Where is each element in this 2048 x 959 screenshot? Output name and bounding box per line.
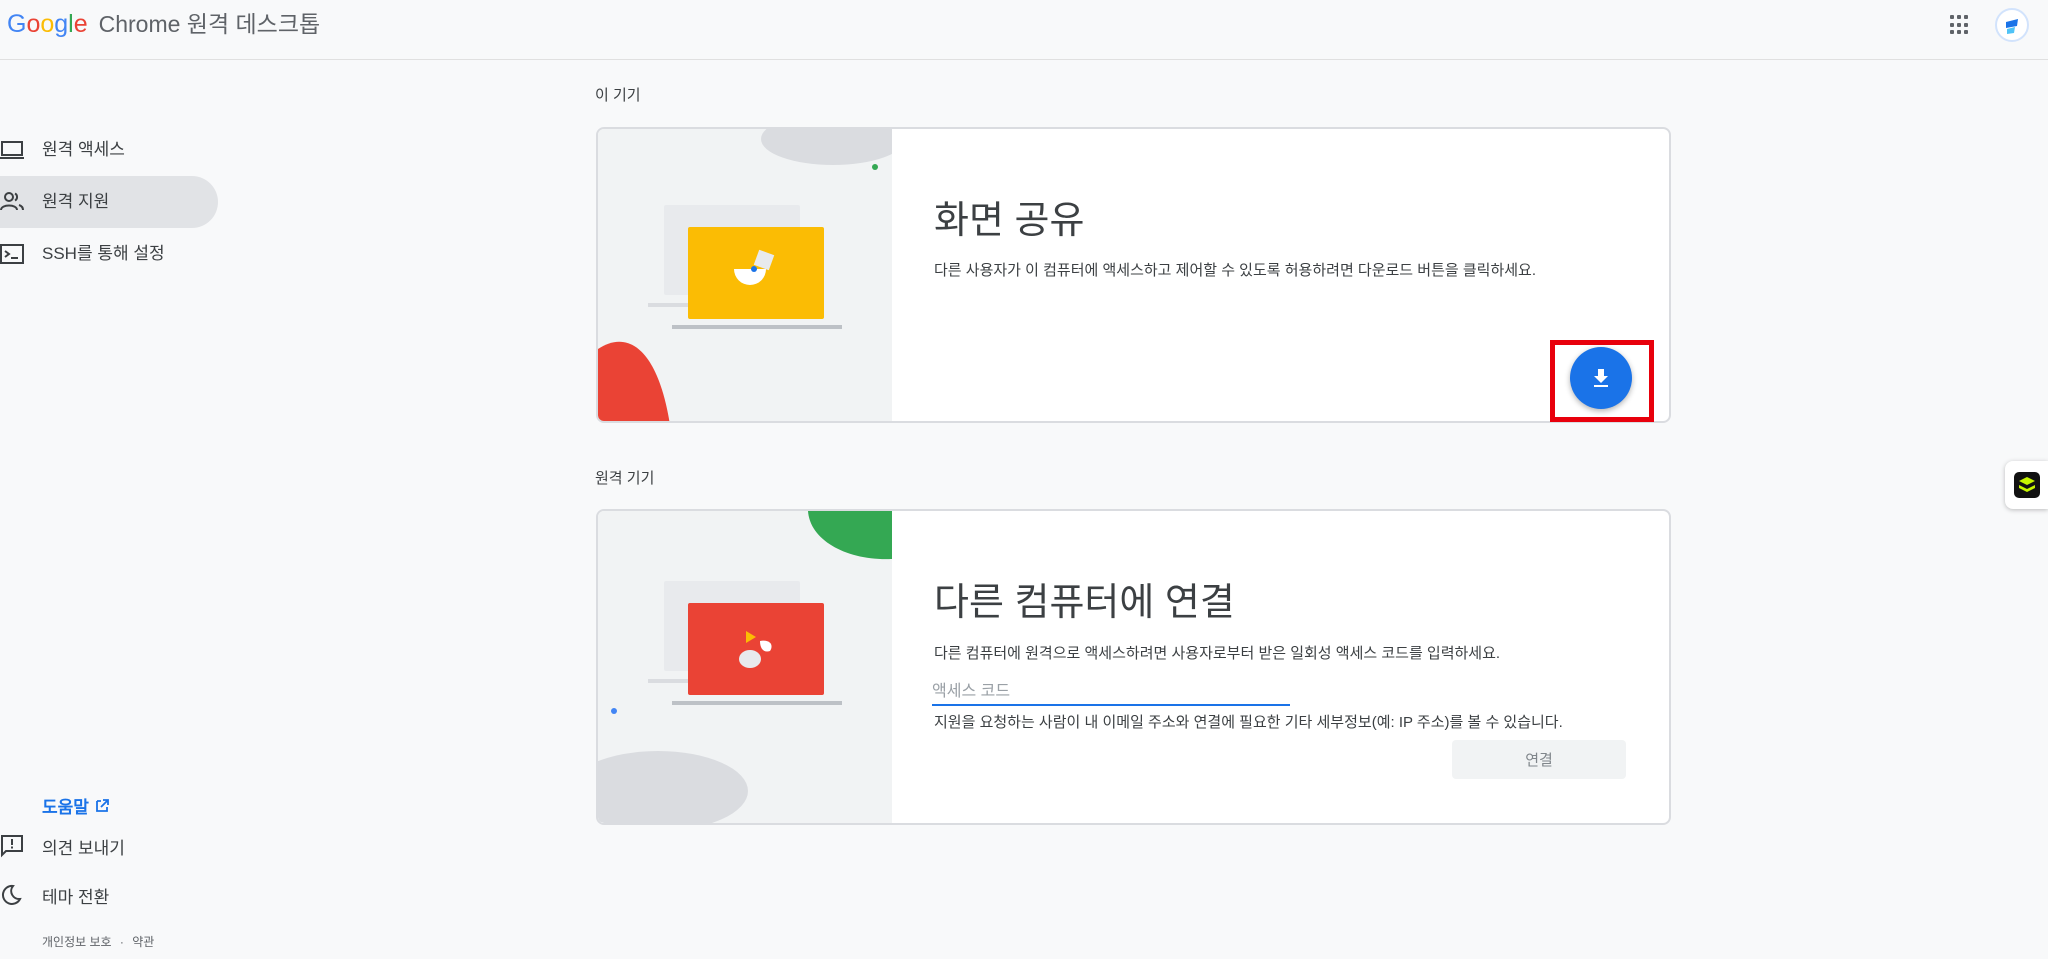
external-link-icon [96, 798, 109, 812]
extension-icon [2014, 472, 2040, 498]
connect-illustration [598, 511, 892, 823]
connect-privacy-note: 지원을 요청하는 사람이 내 이메일 주소와 연결에 필요한 기타 세부정보(예… [934, 714, 1563, 731]
apps-grid-icon[interactable] [1950, 15, 1970, 35]
download-icon [1594, 369, 1608, 387]
sidebar-item-label: 원격 지원 [42, 192, 110, 211]
connect-title: 다른 컴퓨터에 연결 [934, 582, 1235, 624]
connect-button[interactable]: 연결 [1452, 740, 1626, 779]
sidebar-item-remote-support[interactable]: 원격 지원 [0, 176, 218, 228]
google-logo: Google [7, 10, 88, 38]
feedback-label: 의견 보내기 [42, 838, 125, 858]
access-code-input[interactable] [932, 680, 1290, 706]
share-screen-description: 다른 사용자가 이 컴퓨터에 액세스하고 제어할 수 있도록 허용하려면 다운로… [934, 262, 1537, 279]
connect-description: 다른 컴퓨터에 원격으로 액세스하려면 사용자로부터 받은 일회성 액세스 코드… [934, 645, 1501, 662]
product-name: Chrome 원격 데스크톱 [98, 11, 321, 37]
side-extension-widget[interactable] [2005, 461, 2048, 509]
footer-links: 개인정보 보호 · 약관 [42, 933, 154, 950]
section-label-this-device: 이 기기 [595, 87, 641, 104]
laptop-icon [0, 141, 24, 159]
app-logo[interactable]: Google Chrome 원격 데스크톱 [7, 9, 320, 39]
footer-separator: · [119, 935, 124, 949]
help-label: 도움말 [42, 798, 89, 817]
app-header: Google Chrome 원격 데스크톱 [0, 0, 2048, 60]
terms-link[interactable]: 약관 [132, 935, 154, 949]
share-screen-title: 화면 공유 [934, 200, 1085, 242]
sidebar-item-remote-access[interactable]: 원격 액세스 [0, 124, 218, 176]
privacy-link[interactable]: 개인정보 보호 [42, 935, 112, 949]
account-avatar[interactable] [1995, 8, 2029, 42]
terminal-icon [0, 244, 24, 264]
share-screen-illustration [598, 129, 892, 421]
sidebar-item-label: 원격 액세스 [42, 140, 125, 159]
feedback-icon [1, 835, 23, 858]
help-link[interactable]: 도움말 [42, 793, 109, 818]
moon-icon [1, 884, 22, 905]
download-button[interactable] [1570, 347, 1632, 409]
sidebar-item-ssh[interactable]: SSH를 통해 설정 [0, 228, 218, 280]
share-screen-card: 화면 공유 다른 사용자가 이 컴퓨터에 액세스하고 제어할 수 있도록 허용하… [596, 127, 1671, 423]
theme-label: 테마 전환 [42, 887, 110, 907]
section-label-remote-device: 원격 기기 [595, 470, 655, 487]
people-icon [0, 192, 24, 211]
sidebar-item-label: SSH를 통해 설정 [42, 244, 165, 263]
